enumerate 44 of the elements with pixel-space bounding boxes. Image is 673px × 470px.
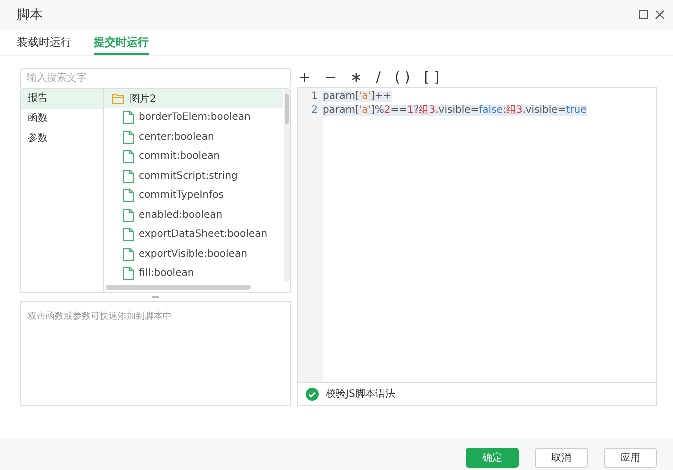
tree-node[interactable]: 图片2	[104, 89, 283, 108]
operator-button[interactable]: ∗	[350, 70, 362, 86]
code-editor[interactable]: param['a']++ param['a']%2==1?组3.visible=false:组3.visible=true	[323, 88, 656, 382]
file-icon	[123, 130, 134, 144]
tree-item[interactable]: exportVisible:boolean	[104, 244, 283, 264]
operator-button[interactable]: [ ]	[424, 70, 440, 86]
file-icon	[123, 170, 134, 183]
search-field[interactable]: 输入搜索文字	[20, 68, 291, 89]
tree-item[interactable]: commitTypeInfos	[104, 186, 283, 206]
dialog-button[interactable]: 取消	[535, 448, 588, 468]
file-icon	[123, 150, 134, 164]
file-icon	[123, 248, 134, 261]
operator-button[interactable]: ( )	[394, 70, 410, 86]
scrollbar-thumb[interactable]	[106, 285, 251, 290]
tree-item[interactable]: center:boolean	[104, 128, 283, 147]
tree-item[interactable]: borderToElem:boolean	[104, 108, 283, 128]
category-item[interactable]: 报告	[21, 89, 103, 109]
file-icon	[123, 189, 134, 202]
file-icon	[123, 111, 134, 124]
file-icon	[123, 208, 134, 222]
tree-item[interactable]: commitScript:string	[104, 166, 283, 186]
file-icon	[123, 228, 134, 242]
scrollbar-thumb[interactable]	[285, 94, 289, 124]
dialog-button[interactable]: 应用	[604, 448, 657, 468]
tab[interactable]: 装载时运行	[17, 30, 72, 55]
tree-item[interactable]: enabled:boolean	[104, 206, 283, 225]
operator-button[interactable]: +	[299, 70, 311, 86]
window-title: 脚本	[17, 7, 44, 24]
hint-text: 双击函数或参数可快速添加到脚本中	[28, 312, 172, 322]
category-item[interactable]: 函数	[21, 109, 103, 129]
tree-item[interactable]: fill:boolean	[104, 264, 283, 284]
file-icon	[123, 267, 134, 280]
validate-link[interactable]: 校验JS脚本语法	[326, 387, 396, 401]
close-icon[interactable]	[655, 10, 665, 20]
folder-icon	[112, 93, 125, 104]
maximize-icon[interactable]	[639, 10, 649, 20]
operator-button[interactable]: /	[376, 70, 381, 86]
operator-button[interactable]: −	[324, 70, 336, 86]
category-item[interactable]: 参数	[21, 129, 103, 149]
line-number: 1	[310, 90, 319, 104]
resize-handle[interactable]	[152, 296, 159, 298]
tree-item[interactable]: exportDataSheet:boolean	[104, 225, 283, 244]
line-number: 2	[310, 104, 319, 118]
tree-item[interactable]: commit:boolean	[104, 147, 283, 166]
